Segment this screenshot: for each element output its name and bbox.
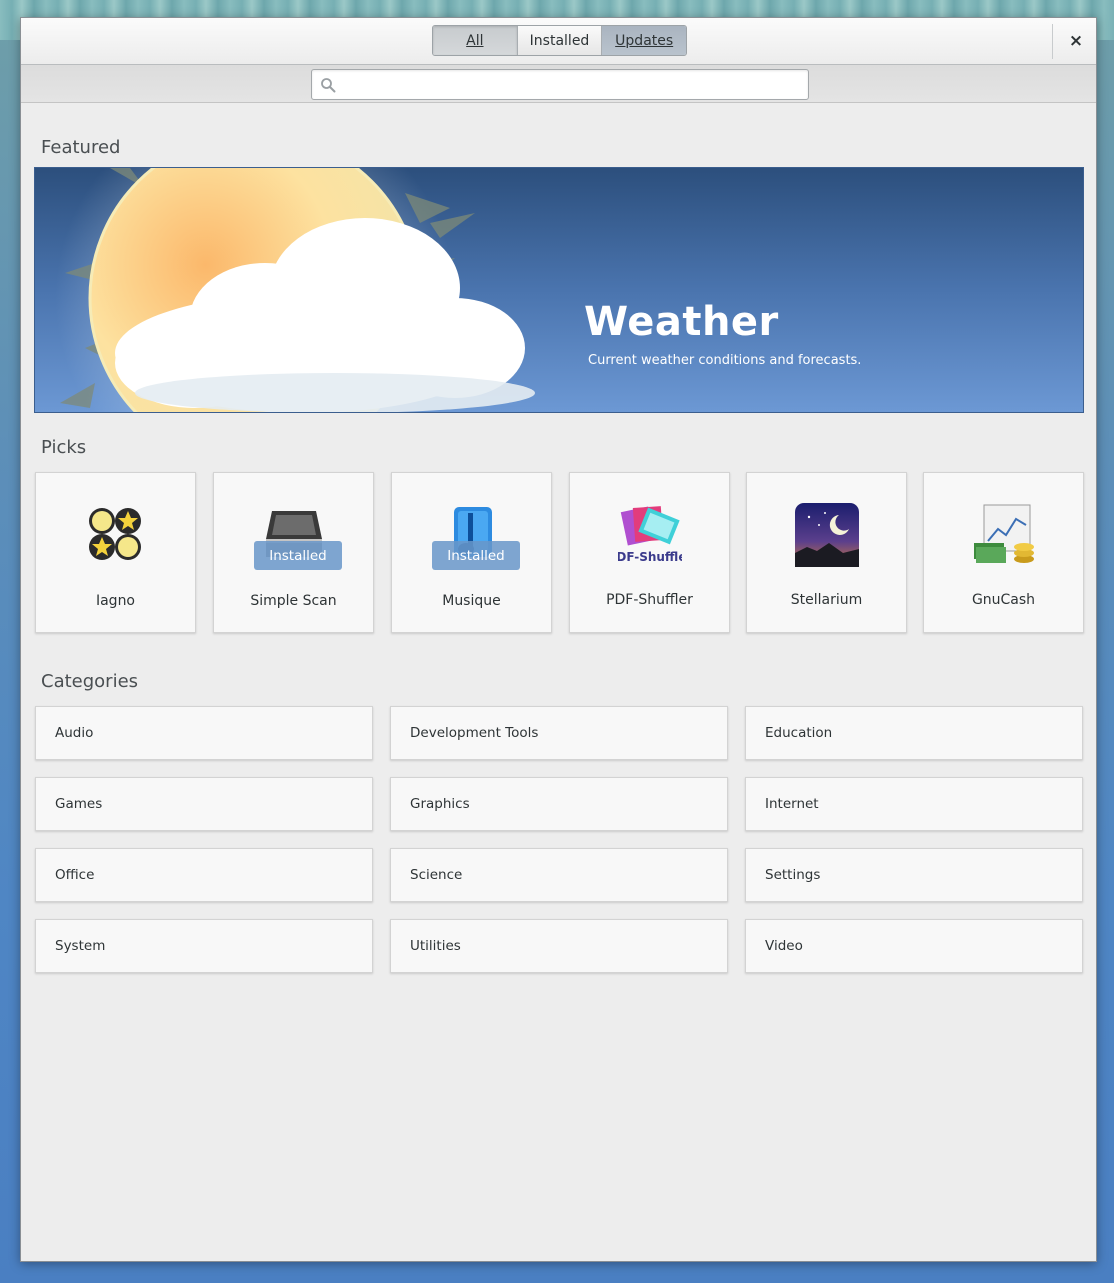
category-development-tools[interactable]: Development Tools — [390, 706, 728, 760]
pick-name: PDF-Shuffler — [606, 592, 693, 608]
pick-tile-iagno[interactable]: Iagno — [35, 472, 196, 633]
pick-tile-musique[interactable]: Installed Musique — [391, 472, 552, 633]
category-system[interactable]: System — [35, 919, 373, 973]
category-graphics[interactable]: Graphics — [390, 777, 728, 831]
stellarium-icon — [795, 503, 859, 567]
category-office[interactable]: Office — [35, 848, 373, 902]
pick-name: GnuCash — [971, 592, 1036, 608]
installed-badge: Installed — [432, 541, 520, 570]
category-science[interactable]: Science — [390, 848, 728, 902]
pick-tile-simple-scan[interactable]: Installed Simple Scan — [213, 472, 374, 633]
gnucash-icon — [974, 504, 1034, 563]
tab-installed[interactable]: Installed — [518, 26, 603, 55]
svg-text:PDF-Shuffler: PDF-Shuffler — [618, 550, 682, 564]
weather-illustration-icon — [55, 168, 535, 412]
pick-name: Simple Scan — [250, 593, 337, 609]
featured-app-name: Weather — [584, 299, 779, 345]
pdf-shuffler-icon: PDF-Shuffler — [618, 506, 682, 564]
featured-banner[interactable]: Weather Current weather conditions and f… — [34, 167, 1084, 413]
category-internet[interactable]: Internet — [745, 777, 1083, 831]
category-settings[interactable]: Settings — [745, 848, 1083, 902]
tab-installed-label: Installed — [529, 32, 590, 49]
category-audio[interactable]: Audio — [35, 706, 373, 760]
iagno-icon — [89, 508, 141, 560]
category-games[interactable]: Games — [35, 777, 373, 831]
software-window: All Installed Updates × Featured Weather… — [20, 17, 1097, 1262]
pick-name: Stellarium — [790, 592, 863, 608]
featured-heading: Featured — [41, 137, 121, 158]
tab-all[interactable]: All — [433, 26, 518, 55]
search-bar — [21, 65, 1096, 103]
pick-name: Musique — [442, 593, 501, 609]
tab-all-label: All — [466, 32, 484, 49]
categories-heading: Categories — [41, 671, 139, 692]
search-icon — [321, 78, 336, 93]
close-icon: × — [1068, 31, 1084, 51]
close-button[interactable]: × — [1061, 26, 1091, 56]
header-bar: All Installed Updates × — [21, 18, 1096, 65]
category-utilities[interactable]: Utilities — [390, 919, 728, 973]
pick-tile-pdf-shuffler[interactable]: PDF-Shuffler PDF-Shuffler — [569, 472, 730, 633]
category-video[interactable]: Video — [745, 919, 1083, 973]
tab-updates[interactable]: Updates — [602, 26, 686, 55]
pick-name: Iagno — [95, 593, 136, 609]
installed-badge: Installed — [254, 541, 342, 570]
view-switcher: All Installed Updates — [432, 25, 687, 56]
pick-tile-gnucash[interactable]: GnuCash — [923, 472, 1084, 633]
search-input[interactable] — [311, 69, 809, 100]
picks-heading: Picks — [41, 437, 87, 458]
featured-app-description: Current weather conditions and forecasts… — [588, 353, 862, 368]
category-education[interactable]: Education — [745, 706, 1083, 760]
tab-updates-label: Updates — [615, 32, 674, 49]
header-separator — [1052, 24, 1053, 59]
pick-tile-stellarium[interactable]: Stellarium — [746, 472, 907, 633]
